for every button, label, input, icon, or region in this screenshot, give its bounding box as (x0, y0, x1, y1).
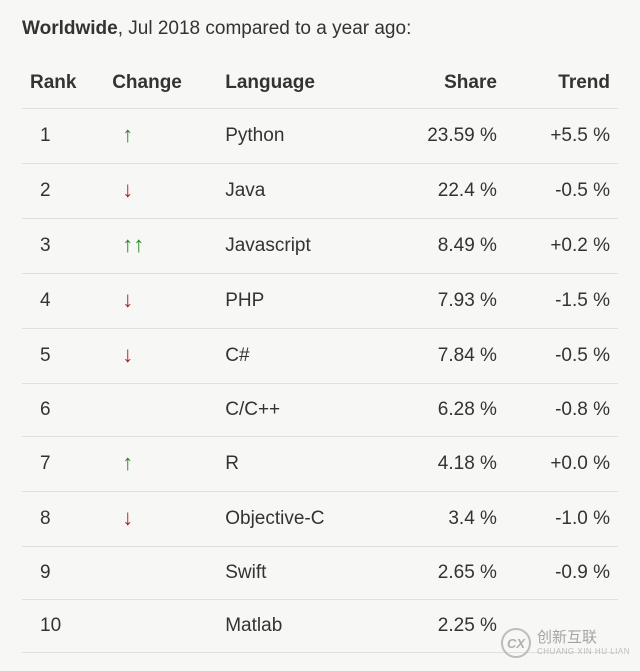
cell-rank: 6 (22, 384, 104, 437)
caption-detail: , Jul 2018 compared to a year ago: (118, 18, 412, 39)
cell-language: PHP (217, 274, 381, 329)
table-row: 6 C/C++6.28 %-0.8 % (22, 384, 618, 437)
caption-scope: Worldwide (22, 18, 118, 39)
ranking-table-container: Worldwide, Jul 2018 compared to a year a… (0, 0, 640, 671)
cell-language: Objective-C (217, 492, 381, 547)
arrow-up-icon: ↑ (133, 234, 144, 256)
cell-trend: -0.5 % (505, 329, 618, 384)
arrow-down-icon: ↓ (122, 507, 133, 529)
cell-language: Java (217, 164, 381, 219)
cell-rank: 9 (22, 547, 104, 600)
cell-language: Swift (217, 547, 381, 600)
cell-language: C# (217, 329, 381, 384)
cell-language: C/C++ (217, 384, 381, 437)
cell-language: Python (217, 109, 381, 164)
cell-change: ↓ (104, 274, 217, 329)
arrow-up-icon: ↑ (122, 124, 133, 146)
table-row: 5 ↓ C#7.84 %-0.5 % (22, 329, 618, 384)
cell-language: R (217, 437, 381, 492)
cell-share: 2.25 % (382, 600, 505, 653)
cell-trend: -1.0 % (505, 492, 618, 547)
watermark-logo-icon: CX (501, 628, 531, 658)
cell-rank: 4 (22, 274, 104, 329)
cell-rank: 5 (22, 329, 104, 384)
cell-rank: 2 (22, 164, 104, 219)
table-header-row: Rank Change Language Share Trend (22, 58, 618, 109)
col-header-share: Share (382, 58, 505, 109)
arrow-up-icon: ↑ (122, 234, 133, 256)
cell-trend: +0.0 % (505, 437, 618, 492)
cell-change (104, 384, 217, 437)
table-row: 8 ↓ Objective-C3.4 %-1.0 % (22, 492, 618, 547)
arrow-down-icon: ↓ (122, 179, 133, 201)
cell-share: 8.49 % (382, 219, 505, 274)
cell-trend: -1.5 % (505, 274, 618, 329)
watermark-en: CHUANG XIN HU LIAN (537, 647, 630, 657)
arrow-down-icon: ↓ (122, 289, 133, 311)
cell-trend: +5.5 % (505, 109, 618, 164)
cell-share: 7.84 % (382, 329, 505, 384)
cell-change: ↓ (104, 164, 217, 219)
cell-rank: 10 (22, 600, 104, 653)
cell-trend: -0.8 % (505, 384, 618, 437)
table-row: 9 Swift2.65 %-0.9 % (22, 547, 618, 600)
arrow-up-icon: ↑ (122, 452, 133, 474)
watermark-cn: 创新互联 (537, 629, 630, 647)
cell-change (104, 600, 217, 653)
cell-trend: -0.5 % (505, 164, 618, 219)
cell-share: 22.4 % (382, 164, 505, 219)
cell-change: ↑ (104, 109, 217, 164)
col-header-change: Change (104, 58, 217, 109)
arrow-down-icon: ↓ (122, 344, 133, 366)
cell-language: Javascript (217, 219, 381, 274)
cell-share: 7.93 % (382, 274, 505, 329)
cell-share: 23.59 % (382, 109, 505, 164)
cell-share: 6.28 % (382, 384, 505, 437)
cell-rank: 7 (22, 437, 104, 492)
cell-share: 4.18 % (382, 437, 505, 492)
cell-rank: 1 (22, 109, 104, 164)
col-header-rank: Rank (22, 58, 104, 109)
table-row: 4 ↓ PHP7.93 %-1.5 % (22, 274, 618, 329)
col-header-trend: Trend (505, 58, 618, 109)
cell-change: ↑ (104, 437, 217, 492)
table-row: 1 ↑ Python23.59 %+5.5 % (22, 109, 618, 164)
cell-rank: 8 (22, 492, 104, 547)
table-row: 2 ↓ Java22.4 %-0.5 % (22, 164, 618, 219)
cell-share: 3.4 % (382, 492, 505, 547)
watermark: CX 创新互联 CHUANG XIN HU LIAN (501, 628, 630, 658)
cell-trend: -0.9 % (505, 547, 618, 600)
table-caption: Worldwide, Jul 2018 compared to a year a… (22, 18, 618, 40)
col-header-language: Language (217, 58, 381, 109)
table-row: 3↑↑Javascript8.49 %+0.2 % (22, 219, 618, 274)
cell-share: 2.65 % (382, 547, 505, 600)
cell-rank: 3 (22, 219, 104, 274)
cell-change: ↑↑ (104, 219, 217, 274)
cell-change: ↓ (104, 329, 217, 384)
cell-language: Matlab (217, 600, 381, 653)
watermark-text: 创新互联 CHUANG XIN HU LIAN (537, 629, 630, 657)
ranking-table: Rank Change Language Share Trend 1 ↑ Pytho… (22, 58, 618, 653)
cell-change (104, 547, 217, 600)
table-row: 7 ↑ R4.18 %+0.0 % (22, 437, 618, 492)
cell-trend: +0.2 % (505, 219, 618, 274)
cell-change: ↓ (104, 492, 217, 547)
